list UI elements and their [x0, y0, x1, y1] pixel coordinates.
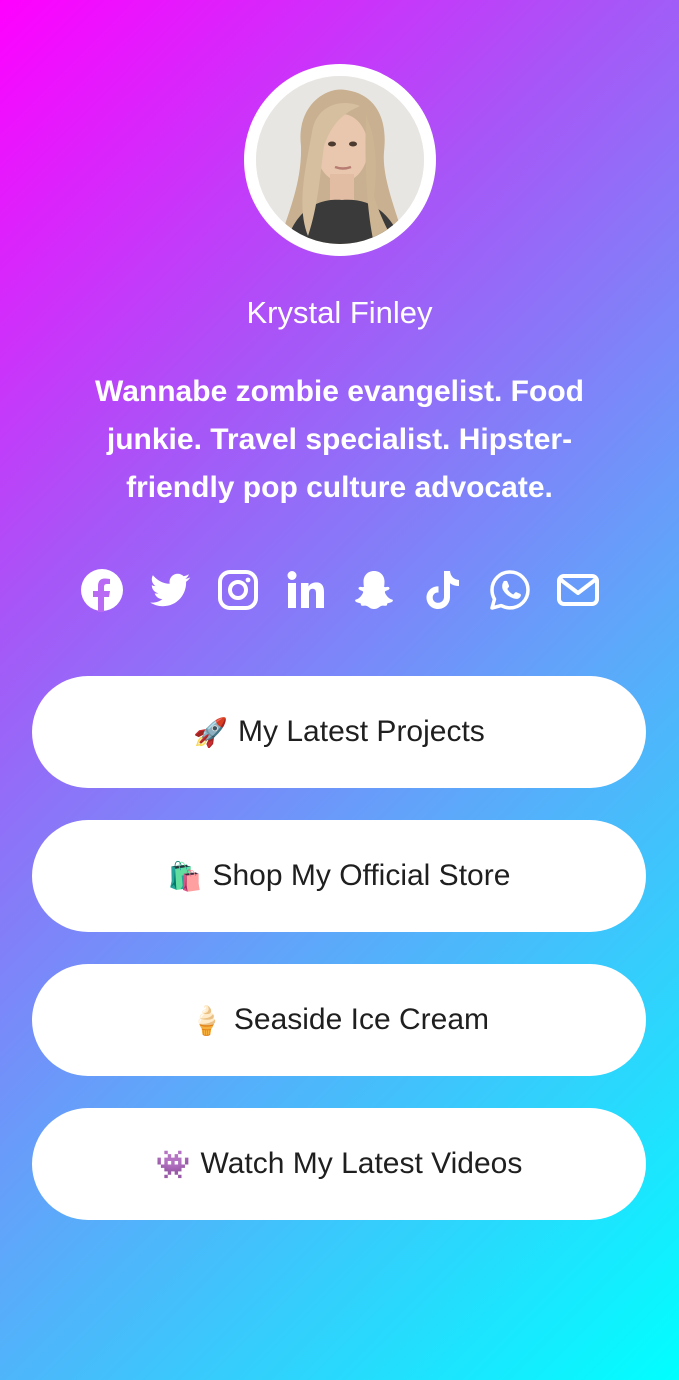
linkedin-icon[interactable] [272, 556, 340, 624]
link-label: Shop My Official Store [212, 859, 511, 892]
rocket-icon: 🚀 [193, 715, 229, 749]
profile-page: Krystal Finley Wannabe zombie evangelist… [0, 0, 679, 1380]
snapchat-icon[interactable] [340, 556, 408, 624]
profile-name: Krystal Finley [246, 295, 433, 330]
whatsapp-icon[interactable] [476, 556, 544, 624]
avatar [256, 76, 424, 244]
link-list: 🚀 My Latest Projects 🛍️ Shop My Official… [32, 676, 646, 1252]
alien-monster-icon: 👾 [155, 1147, 191, 1181]
avatar-photo [256, 76, 424, 244]
link-button-latest-projects[interactable]: 🚀 My Latest Projects [32, 676, 646, 788]
twitter-icon[interactable] [136, 556, 204, 624]
mail-icon[interactable] [544, 556, 612, 624]
facebook-icon[interactable] [68, 556, 136, 624]
link-label: Seaside Ice Cream [233, 1003, 489, 1036]
shopping-bags-icon: 🛍️ [167, 859, 203, 893]
tiktok-icon[interactable] [408, 556, 476, 624]
link-button-latest-videos[interactable]: 👾 Watch My Latest Videos [32, 1108, 646, 1220]
ice-cream-icon: 🍦 [189, 1003, 224, 1037]
link-button-official-store[interactable]: 🛍️ Shop My Official Store [32, 820, 646, 932]
link-button-ice-cream[interactable]: 🍦 Seaside Ice Cream [32, 964, 646, 1076]
instagram-icon[interactable] [204, 556, 272, 624]
social-links [68, 556, 612, 624]
profile-bio: Wannabe zombie evangelist. Food junkie. … [95, 375, 584, 504]
avatar-frame [244, 64, 436, 256]
link-label: Watch My Latest Videos [200, 1147, 523, 1180]
link-label: My Latest Projects [238, 715, 485, 748]
